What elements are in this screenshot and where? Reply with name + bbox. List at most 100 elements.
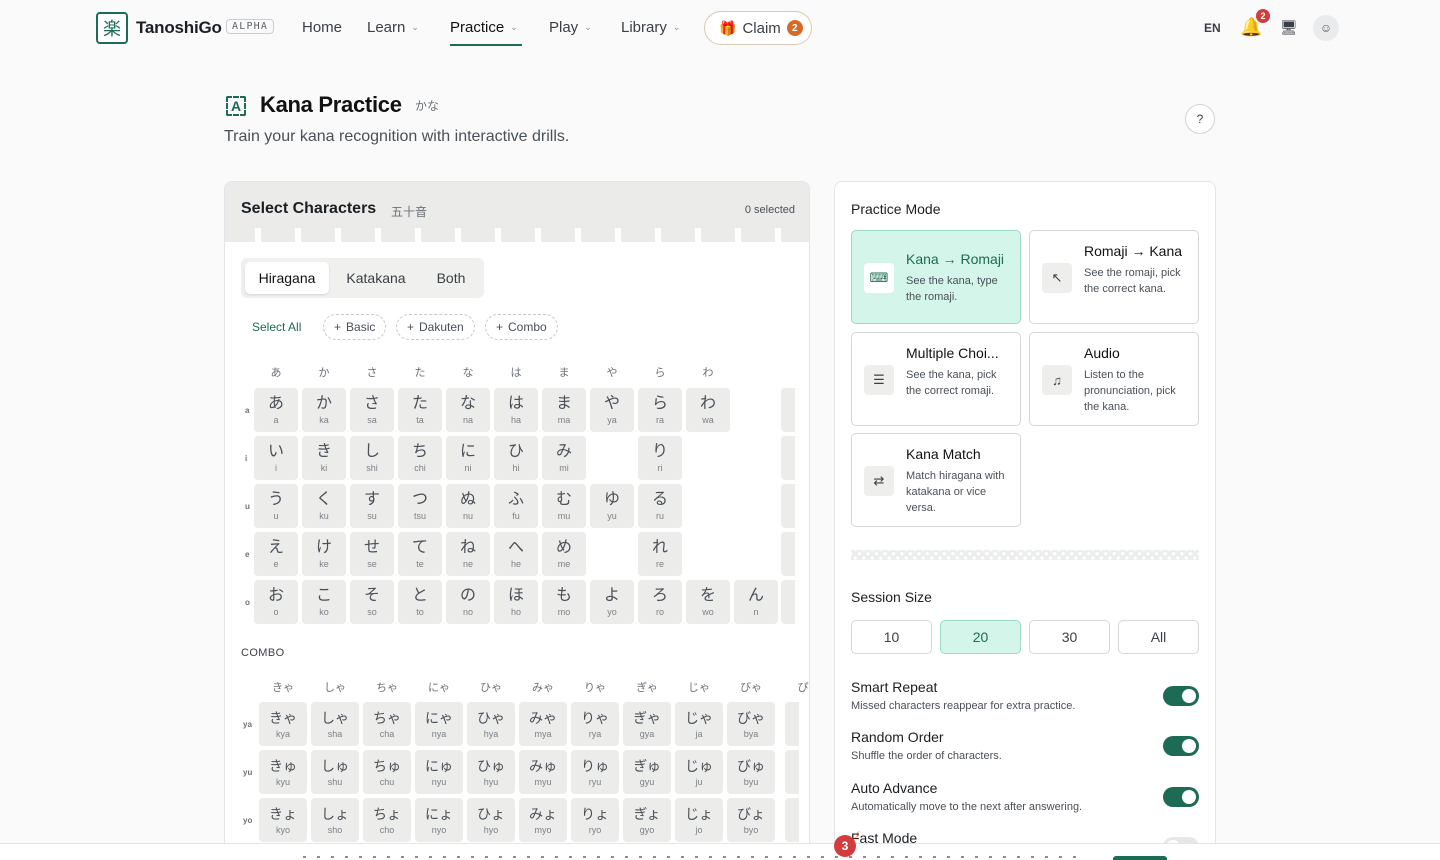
kana-cell[interactable]: み mi (542, 436, 586, 480)
session-size-button[interactable]: 30 (1029, 620, 1110, 654)
combo-kana-cell[interactable]: りゃ rya (571, 702, 619, 746)
combo-kana-cell[interactable]: ちゅ chu (363, 750, 411, 794)
tab-katakana[interactable]: Katakana (333, 262, 419, 294)
kana-cell[interactable]: ふ fu (494, 484, 538, 528)
nav-learn[interactable]: Learn ⌄ (367, 19, 419, 36)
combo-kana-cell[interactable]: ちょ cho (363, 798, 411, 842)
combo-kana-cell[interactable]: ぎょ gyo (623, 798, 671, 842)
clipped-kana-cell[interactable] (781, 532, 795, 576)
clipped-kana-cell[interactable] (781, 388, 795, 432)
combo-kana-cell[interactable]: りょ ryo (571, 798, 619, 842)
combo-column-header[interactable]: ぴ (779, 679, 809, 695)
kana-cell[interactable]: ま ma (542, 388, 586, 432)
combo-column-header[interactable]: ぎゃ (623, 679, 671, 695)
kana-cell[interactable]: も mo (542, 580, 586, 624)
kana-cell[interactable]: そ so (350, 580, 394, 624)
kana-cell[interactable]: や ya (590, 388, 634, 432)
combo-kana-cell[interactable]: ひゅ hyu (467, 750, 515, 794)
kana-cell[interactable]: つ tsu (398, 484, 442, 528)
nav-home[interactable]: Home (302, 19, 342, 36)
kana-cell[interactable]: の no (446, 580, 490, 624)
kana-cell[interactable]: ら ra (638, 388, 682, 432)
kana-cell[interactable]: えe (254, 532, 298, 576)
clipped-kana-cell[interactable] (781, 580, 795, 624)
combo-kana-cell[interactable]: にょ nyo (415, 798, 463, 842)
kana-cell[interactable]: よ yo (590, 580, 634, 624)
kana-cell[interactable]: んn (734, 580, 778, 624)
combo-kana-cell[interactable]: びゃ bya (727, 702, 775, 746)
row-header[interactable]: e (245, 550, 249, 559)
combo-column-header[interactable]: みゃ (519, 679, 567, 695)
combo-column-header[interactable]: びゃ (727, 679, 775, 695)
logo-icon[interactable]: 楽 (96, 12, 128, 44)
kana-cell[interactable]: ち chi (398, 436, 442, 480)
combo-column-header[interactable]: ひゃ (467, 679, 515, 695)
combo-kana-cell[interactable]: じゃ ja (675, 702, 723, 746)
kana-cell[interactable]: と to (398, 580, 442, 624)
mode-card[interactable]: ⇄ Kana Match Match hiragana with katakana … (851, 433, 1021, 527)
combo-kana-cell[interactable]: ひゃ hya (467, 702, 515, 746)
language-switch[interactable]: EN (1204, 21, 1221, 35)
mode-card[interactable]: ♫ Audio Listen to the pronunciation, pick … (1029, 332, 1199, 426)
option-toggle[interactable] (1163, 686, 1199, 706)
mode-card[interactable]: ☰ Multiple Choi... See the kana, pick the … (851, 332, 1021, 426)
kana-cell[interactable]: り ri (638, 436, 682, 480)
kana-cell[interactable]: け ke (302, 532, 346, 576)
clipped-kana-cell[interactable] (781, 484, 795, 528)
combo-kana-cell[interactable]: ぎゃ gya (623, 702, 671, 746)
row-header[interactable]: a (245, 406, 249, 415)
session-size-button[interactable]: 10 (851, 620, 932, 654)
kana-cell[interactable]: な na (446, 388, 490, 432)
kana-cell[interactable]: し shi (350, 436, 394, 480)
kana-cell[interactable]: いi (254, 436, 298, 480)
brand-name[interactable]: TanoshiGo (136, 18, 222, 38)
chip-combo[interactable]: + Combo (485, 314, 558, 340)
column-header[interactable]: さ (350, 364, 394, 380)
nav-play[interactable]: Play ⌄ (549, 19, 592, 36)
claim-button[interactable]: 🎁 Claim 2 (704, 11, 812, 45)
kana-cell[interactable]: へ he (494, 532, 538, 576)
chip-dakuten[interactable]: + Dakuten (396, 314, 475, 340)
column-header[interactable]: は (494, 364, 538, 380)
kana-cell[interactable]: れ re (638, 532, 682, 576)
kana-cell[interactable]: に ni (446, 436, 490, 480)
kana-cell[interactable]: て te (398, 532, 442, 576)
combo-kana-cell[interactable]: しゅ shu (311, 750, 359, 794)
column-header[interactable]: か (302, 364, 346, 380)
combo-kana-cell[interactable]: しょ sho (311, 798, 359, 842)
kana-cell[interactable]: た ta (398, 388, 442, 432)
mode-card[interactable]: ⌨ Kana → Romaji See the kana, type the rom… (851, 230, 1021, 324)
nav-practice[interactable]: Practice ⌄ (450, 19, 518, 36)
combo-kana-cell[interactable]: しゃ sha (311, 702, 359, 746)
kana-cell[interactable]: せ se (350, 532, 394, 576)
combo-kana-cell[interactable]: きゅ kyu (259, 750, 307, 794)
kana-cell[interactable]: き ki (302, 436, 346, 480)
clipped-kana-cell[interactable] (785, 702, 799, 746)
kana-cell[interactable]: ほ ho (494, 580, 538, 624)
combo-kana-cell[interactable]: みゃ mya (519, 702, 567, 746)
kana-cell[interactable]: ね ne (446, 532, 490, 576)
combo-kana-cell[interactable]: きゃ kya (259, 702, 307, 746)
monitor-icon[interactable]: 🖥 (1280, 19, 1298, 36)
combo-column-header[interactable]: しゃ (311, 679, 359, 695)
clipped-kana-cell[interactable] (785, 798, 799, 842)
kana-cell[interactable]: うu (254, 484, 298, 528)
column-header[interactable]: ま (542, 364, 586, 380)
column-header[interactable]: あ (254, 364, 298, 380)
kana-cell[interactable]: ひ hi (494, 436, 538, 480)
kana-cell[interactable]: ぬ nu (446, 484, 490, 528)
kana-cell[interactable]: む mu (542, 484, 586, 528)
row-header[interactable]: i (245, 454, 247, 463)
combo-kana-cell[interactable]: じょ jo (675, 798, 723, 842)
chip-basic[interactable]: + Basic (323, 314, 387, 340)
combo-kana-cell[interactable]: ちゃ cha (363, 702, 411, 746)
combo-row-header[interactable]: ya (243, 720, 252, 729)
combo-kana-cell[interactable]: りゅ ryu (571, 750, 619, 794)
option-toggle[interactable] (1163, 787, 1199, 807)
kana-cell[interactable]: る ru (638, 484, 682, 528)
tab-both[interactable]: Both (423, 262, 479, 294)
kana-cell[interactable]: ゆ yu (590, 484, 634, 528)
combo-column-header[interactable]: りゃ (571, 679, 619, 695)
kana-cell[interactable]: か ka (302, 388, 346, 432)
kana-cell[interactable]: おo (254, 580, 298, 624)
